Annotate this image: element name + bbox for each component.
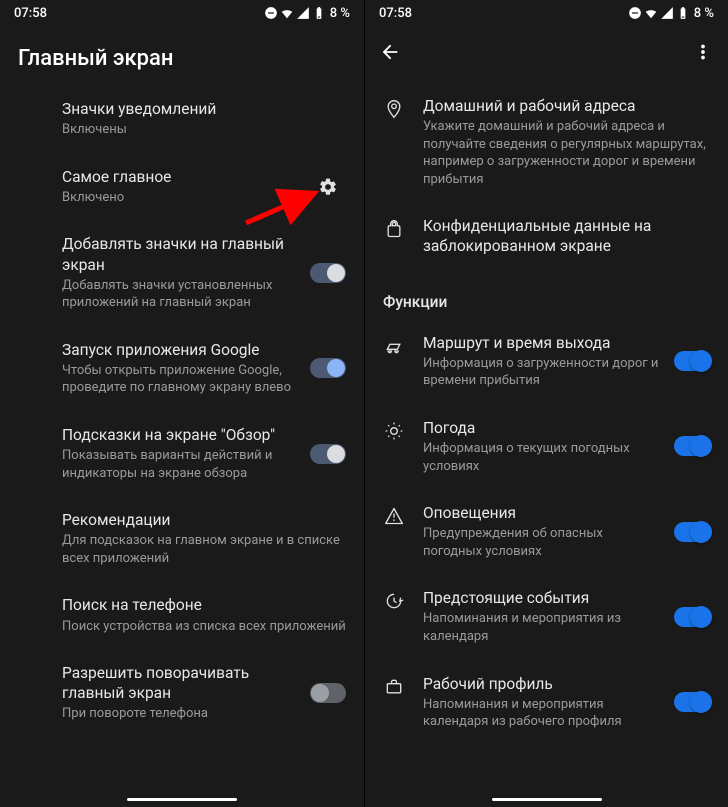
setting-recommendations[interactable]: Рекомендации Для подсказок на главном эк… — [0, 496, 364, 581]
wifi-icon — [644, 6, 658, 20]
toggle-events[interactable] — [674, 607, 710, 627]
phone-left: 07:58 8 % Главный экран Значки уведомлен… — [0, 0, 364, 807]
nav-handle[interactable] — [127, 798, 237, 802]
toggle-rotate[interactable] — [310, 683, 346, 703]
setting-title: Домашний и рабочий адреса — [423, 96, 710, 116]
setting-title: Конфиденциальные данные на заблокированн… — [423, 216, 710, 256]
briefcase-icon — [384, 677, 404, 697]
setting-title: Рабочий профиль — [423, 674, 662, 694]
page-header-right — [365, 26, 728, 82]
warning-icon — [384, 506, 404, 526]
setting-sub: Поиск устройства из списка всех приложен… — [62, 618, 346, 636]
setting-commute[interactable]: Маршрут и время выхода Информация о загр… — [365, 319, 728, 404]
setting-phone-search[interactable]: Поиск на телефоне Поиск устройства из сп… — [0, 581, 364, 649]
commute-icon — [384, 336, 404, 356]
setting-sub: Показывать варианты действий и индикатор… — [62, 447, 298, 482]
page-title: Главный экран — [18, 46, 346, 71]
gear-icon — [318, 177, 338, 197]
overflow-button[interactable] — [692, 41, 714, 67]
setting-title: Добавлять значки на главный экран — [62, 234, 298, 274]
arrow-back-icon — [379, 41, 401, 63]
statusbar-left: 07:58 8 % — [0, 0, 364, 26]
setting-overview-suggestions[interactable]: Подсказки на экране "Обзор" Показывать в… — [0, 411, 364, 496]
section-label-functions: Функции — [365, 273, 728, 319]
setting-title: Предстоящие события — [423, 588, 662, 608]
setting-title: Самое главное — [62, 167, 304, 187]
setting-sub: Включены — [62, 121, 346, 139]
setting-notification-badges[interactable]: Значки уведомлений Включены — [0, 85, 364, 153]
back-button[interactable] — [379, 41, 401, 67]
toggle-add-icons[interactable] — [310, 263, 346, 283]
setting-title: Запуск приложения Google — [62, 340, 298, 360]
toggle-google-swipe[interactable] — [310, 358, 346, 378]
do-not-disturb-icon — [628, 6, 642, 20]
nav-handle[interactable] — [492, 798, 602, 802]
setting-google-app-swipe[interactable]: Запуск приложения Google Чтобы открыть п… — [0, 326, 364, 411]
signal-icon — [660, 6, 674, 20]
statusbar-battery: 8 % — [694, 6, 714, 21]
setting-sub: Укажите домашний и рабочий адреса и полу… — [423, 118, 710, 188]
setting-rotate-home[interactable]: Разрешить поворачивать главный экран При… — [0, 649, 364, 737]
more-vert-icon — [692, 41, 714, 63]
battery-icon — [676, 6, 690, 20]
at-a-glance-settings-button[interactable] — [310, 169, 346, 205]
toggle-commute[interactable] — [674, 351, 710, 371]
setting-title: Оповещения — [423, 503, 662, 523]
setting-sub: Включено — [62, 189, 304, 207]
phone-right: 07:58 8 % Домашний и рабочий адреса Укаж… — [364, 0, 728, 807]
setting-title: Поиск на телефоне — [62, 595, 346, 615]
setting-title: Рекомендации — [62, 510, 346, 530]
setting-sub: При повороте телефона — [62, 705, 298, 723]
setting-title: Подсказки на экране "Обзор" — [62, 425, 298, 445]
statusbar-time: 07:58 — [379, 6, 412, 21]
setting-lockscreen-privacy[interactable]: Конфиденциальные данные на заблокированн… — [365, 202, 728, 272]
statusbar-time: 07:58 — [14, 6, 47, 21]
setting-sub: Информация о загруженности дорог и време… — [423, 355, 662, 390]
setting-weather[interactable]: Погода Информация о текущих погодных усл… — [365, 404, 728, 489]
setting-sub: Напоминания и мероприятия из календаря — [423, 610, 662, 645]
wifi-icon — [280, 6, 294, 20]
statusbar-right: 07:58 8 % — [365, 0, 728, 26]
setting-upcoming-events[interactable]: Предстоящие события Напоминания и меропр… — [365, 574, 728, 659]
toggle-alerts[interactable] — [674, 522, 710, 542]
setting-at-a-glance[interactable]: Самое главное Включено — [0, 153, 364, 221]
page-header-left: Главный экран — [0, 26, 364, 85]
setting-home-work-address[interactable]: Домашний и рабочий адреса Укажите домашн… — [365, 82, 728, 202]
toggle-overview[interactable] — [310, 444, 346, 464]
weather-icon — [384, 421, 404, 441]
clock-reload-icon — [384, 591, 404, 611]
setting-sub: Предупреждения об опасных погодных услов… — [423, 525, 662, 560]
setting-alerts[interactable]: Оповещения Предупреждения об опасных пог… — [365, 489, 728, 574]
lock-icon — [384, 219, 404, 239]
setting-sub: Напоминания и мероприятия календаря из р… — [423, 696, 662, 731]
statusbar-battery: 8 % — [330, 6, 350, 21]
toggle-weather[interactable] — [674, 436, 710, 456]
setting-title: Разрешить поворачивать главный экран — [62, 663, 298, 703]
setting-work-profile[interactable]: Рабочий профиль Напоминания и мероприяти… — [365, 660, 728, 745]
setting-sub: Добавлять значки установленных приложени… — [62, 277, 298, 312]
pin-icon — [384, 99, 404, 119]
setting-sub: Для подсказок на главном экране и в спис… — [62, 532, 346, 567]
setting-add-icons[interactable]: Добавлять значки на главный экран Добавл… — [0, 220, 364, 325]
battery-icon — [312, 6, 326, 20]
setting-title: Значки уведомлений — [62, 99, 346, 119]
setting-title: Маршрут и время выхода — [423, 333, 662, 353]
do-not-disturb-icon — [264, 6, 278, 20]
signal-icon — [296, 6, 310, 20]
setting-sub: Информация о текущих погодных условиях — [423, 440, 662, 475]
setting-sub: Чтобы открыть приложение Google, проведи… — [62, 362, 298, 397]
setting-title: Погода — [423, 418, 662, 438]
toggle-work-profile[interactable] — [674, 692, 710, 712]
